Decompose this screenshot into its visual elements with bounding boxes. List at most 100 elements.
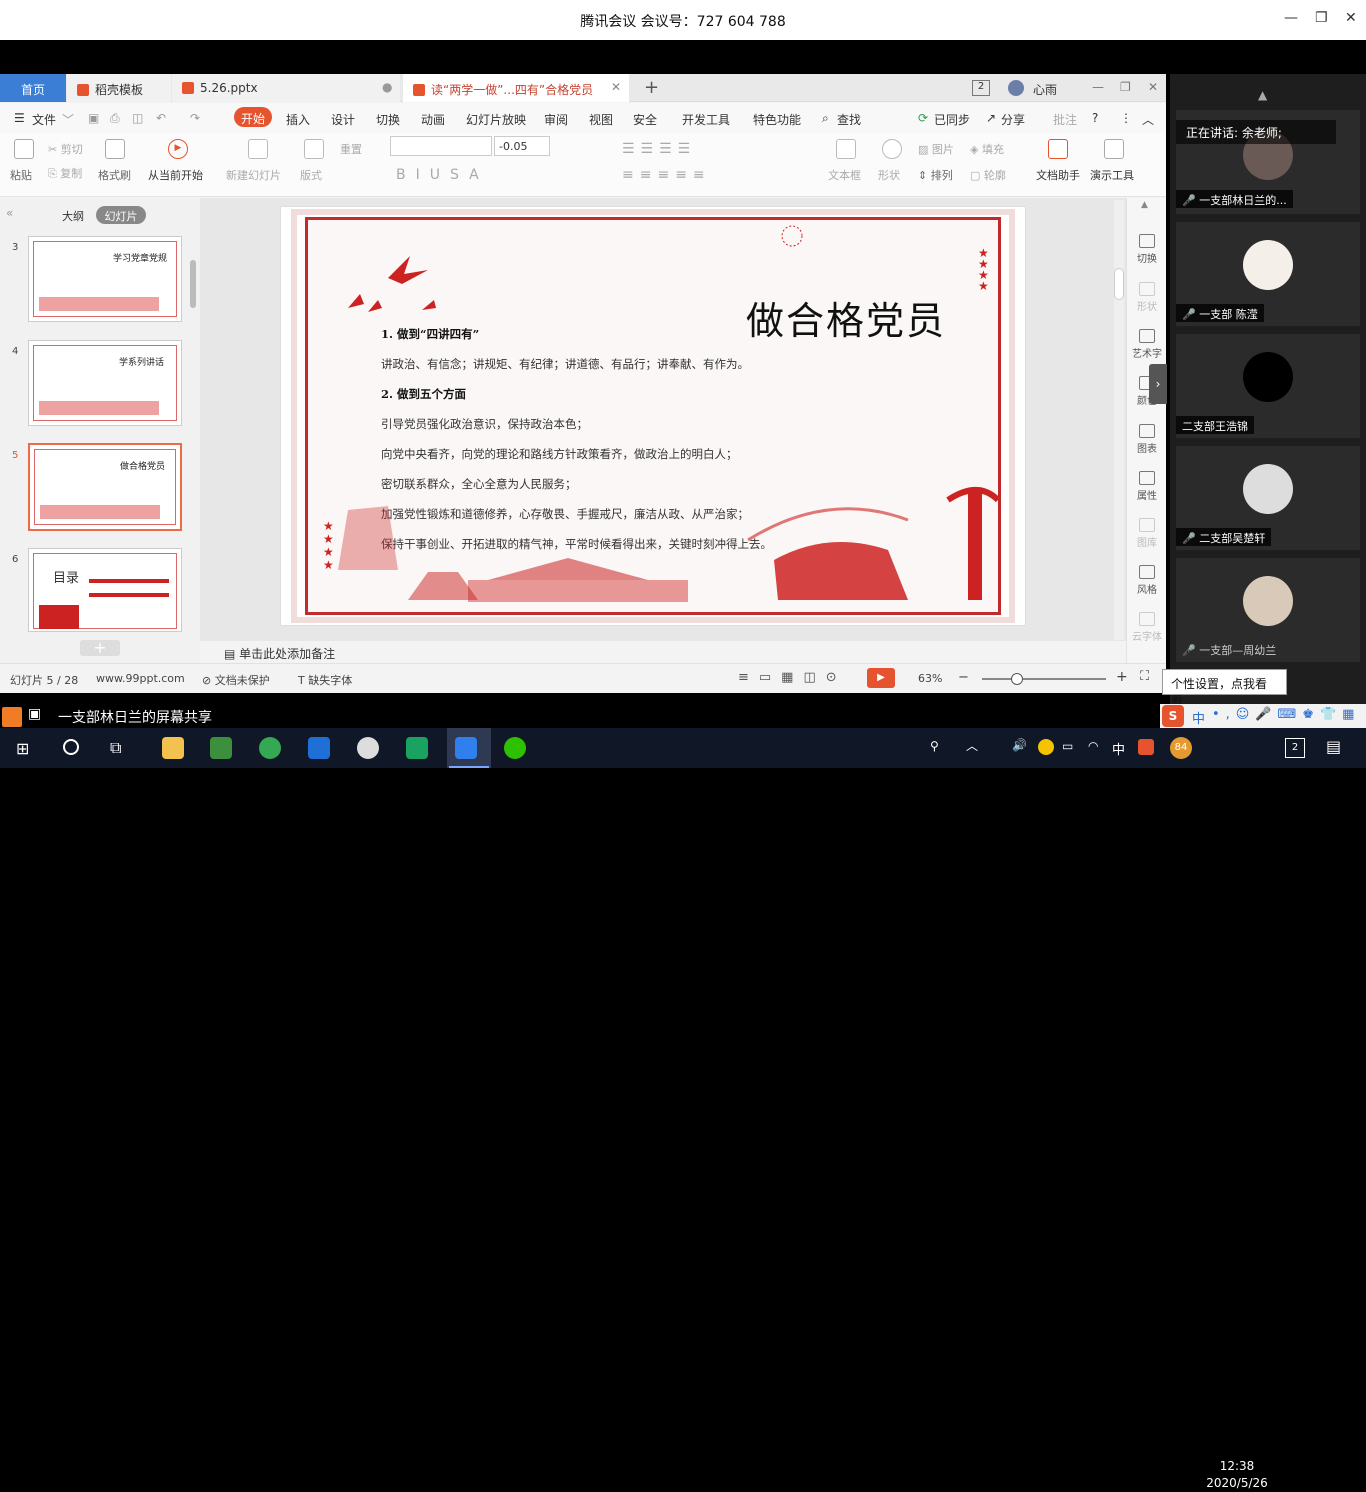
people-icon[interactable]: ⚲ — [930, 739, 939, 753]
shape-icon[interactable] — [882, 139, 902, 159]
hamburger-icon[interactable]: ☰ — [14, 111, 25, 125]
tool-gallery[interactable]: 图库 — [1127, 518, 1167, 549]
doc-assistant-button[interactable]: 文档助手 — [1036, 167, 1080, 183]
arrange-button[interactable]: ⇕ 排列 — [918, 167, 953, 183]
view-buttons[interactable]: ≡▭▦◫⊙ — [738, 670, 847, 685]
textbox-icon[interactable] — [836, 139, 856, 159]
slide-thumbnail[interactable]: 学系列讲话 — [28, 340, 182, 426]
missing-font-status[interactable]: T 缺失字体 — [298, 672, 352, 688]
tencent-meeting-icon[interactable] — [455, 737, 477, 759]
close-icon[interactable]: ✕ — [1148, 80, 1158, 94]
ime-indicator[interactable]: 中 — [1112, 739, 1125, 758]
new-tab-icon[interactable]: + — [644, 77, 659, 98]
tool-wordart[interactable]: 艺术字 — [1127, 329, 1167, 360]
ime-mode[interactable]: 中 — [1192, 708, 1205, 727]
zoom-level[interactable]: 63% — [918, 672, 942, 685]
preview-icon[interactable]: ◫ — [132, 111, 143, 125]
undo-icon[interactable]: ↶ — [156, 111, 166, 125]
comment-button[interactable]: 批注 — [1053, 111, 1077, 128]
minimize-icon[interactable]: — — [1092, 80, 1104, 94]
menu-features[interactable]: 特色功能 — [753, 111, 801, 128]
reset-button[interactable]: 重置 — [340, 141, 362, 157]
file-explorer-icon[interactable] — [162, 737, 184, 759]
avatar[interactable] — [1008, 80, 1024, 96]
font-name-input[interactable] — [390, 136, 492, 156]
fit-window-icon[interactable]: ⛶ — [1140, 669, 1149, 684]
menu-view[interactable]: 视图 — [589, 111, 613, 128]
wechat-icon[interactable] — [504, 737, 526, 759]
shape-button[interactable]: 形状 — [878, 167, 900, 183]
menu-transition[interactable]: 切换 — [376, 111, 400, 128]
presentation-tools-button[interactable]: 演示工具 — [1090, 167, 1134, 183]
menu-slideshow[interactable]: 幻灯片放映 — [466, 111, 526, 128]
tab-home[interactable]: 首页 — [0, 74, 66, 102]
slide-thumbnail[interactable]: 学习党章党规 — [28, 236, 182, 322]
sogou-icon[interactable]: S — [1162, 705, 1184, 727]
tool-transition[interactable]: 切换 — [1127, 234, 1167, 265]
tool-shape[interactable]: 形状 — [1127, 282, 1167, 313]
close-tab-icon[interactable]: ✕ — [611, 80, 621, 94]
presentation-tools-icon[interactable] — [1104, 139, 1124, 159]
save-icon[interactable]: ▣ — [88, 111, 99, 125]
menu-security[interactable]: 安全 — [633, 111, 657, 128]
slide[interactable]: ★ ★ ★ ★ ★ ★ ★ ★ 做合格党员 1. 做到“四讲四有” 讲政治、有信念；讲规矩、… — [280, 206, 1026, 626]
slideshow-play-button[interactable]: ▶ — [867, 668, 895, 688]
textbox-button[interactable]: 文本框 — [828, 167, 861, 183]
collapse-ribbon-icon[interactable]: ︿ — [1142, 111, 1154, 128]
participant-card[interactable]: 🎤 一支部 陈滢 — [1176, 222, 1360, 326]
tool-properties[interactable]: 属性 — [1127, 471, 1167, 502]
video-player-icon[interactable] — [406, 737, 428, 759]
new-slide-button[interactable]: 新建幻灯片 — [226, 167, 281, 183]
restore-icon[interactable]: ❐ — [1120, 80, 1131, 94]
menu-start[interactable]: 开始 — [234, 107, 272, 127]
restore-icon[interactable]: ❐ — [1315, 10, 1328, 26]
chevron-up-icon[interactable]: ︿ — [966, 737, 978, 754]
notification-count[interactable]: 2 — [1285, 738, 1305, 758]
picture-button[interactable]: ▨ 图片 — [918, 141, 954, 157]
font-size-input[interactable]: -0.05 — [494, 136, 550, 156]
layout-icon[interactable] — [304, 139, 324, 159]
sync-status[interactable]: 已同步 — [934, 111, 970, 128]
windows-start-icon[interactable]: ⊞ — [16, 739, 29, 758]
menu-developer[interactable]: 开发工具 — [682, 111, 730, 128]
tab-daoke-templates[interactable]: 稻壳模板 — [67, 74, 171, 102]
battery-icon[interactable]: ▭ — [1062, 739, 1073, 753]
chevron-down-icon[interactable]: ﹀ — [62, 111, 74, 128]
copy-button[interactable]: ⎘ 复制 — [48, 165, 82, 181]
browser-icon[interactable] — [259, 737, 281, 759]
qq-icon[interactable] — [357, 737, 379, 759]
doc-assistant-icon[interactable] — [1048, 139, 1068, 159]
tool-style[interactable]: 风格 — [1127, 565, 1167, 596]
window-count-badge[interactable]: 2 — [972, 80, 990, 96]
from-current-button[interactable]: 从当前开始 — [148, 167, 203, 183]
ime-buttons[interactable]: •,☺🎤⌨♚👕▦ — [1212, 707, 1360, 722]
add-slide-button[interactable]: + — [80, 640, 120, 656]
task-view-icon[interactable]: ⧉ — [110, 738, 121, 758]
scrollbar-thumb[interactable] — [1114, 268, 1124, 300]
sogou-tray-icon[interactable] — [1138, 739, 1154, 755]
tool-chart[interactable]: 图表 — [1127, 424, 1167, 455]
menu-design[interactable]: 设计 — [331, 111, 355, 128]
collapse-panel-icon[interactable]: « — [6, 206, 13, 220]
search-icon[interactable]: ⌕ — [822, 111, 829, 126]
menu-insert[interactable]: 插入 — [286, 111, 310, 128]
slide-title[interactable]: 做合格党员 — [746, 290, 946, 345]
new-slide-icon[interactable] — [248, 139, 268, 159]
redo-icon[interactable]: ↷ — [190, 111, 200, 125]
menu-animation[interactable]: 动画 — [421, 111, 445, 128]
participant-card[interactable]: 二支部王浩锦 — [1176, 334, 1360, 438]
layout-button[interactable]: 版式 — [300, 167, 322, 183]
chevron-up-icon[interactable]: ▲ — [1141, 200, 1148, 210]
paragraph-buttons[interactable]: ☰☰☰☰ — [622, 141, 696, 157]
notes-bar[interactable]: ▤ 单击此处添加备注 — [200, 641, 1126, 663]
mail-icon[interactable] — [308, 737, 330, 759]
play-icon[interactable]: ▶ — [168, 139, 188, 159]
minimize-icon[interactable]: — — [1284, 10, 1298, 26]
more-icon[interactable]: ⋮ — [1120, 111, 1132, 125]
scrollbar[interactable] — [1114, 200, 1124, 640]
format-painter-icon[interactable] — [105, 139, 125, 159]
tab-active-document[interactable]: 读“两学一做”...四有”合格党员 ✕ — [403, 74, 629, 102]
action-center-icon[interactable]: ▤ — [1326, 737, 1341, 756]
font-style-buttons[interactable]: BIUSA — [396, 167, 489, 183]
expand-panel-icon[interactable]: › — [1149, 364, 1167, 404]
